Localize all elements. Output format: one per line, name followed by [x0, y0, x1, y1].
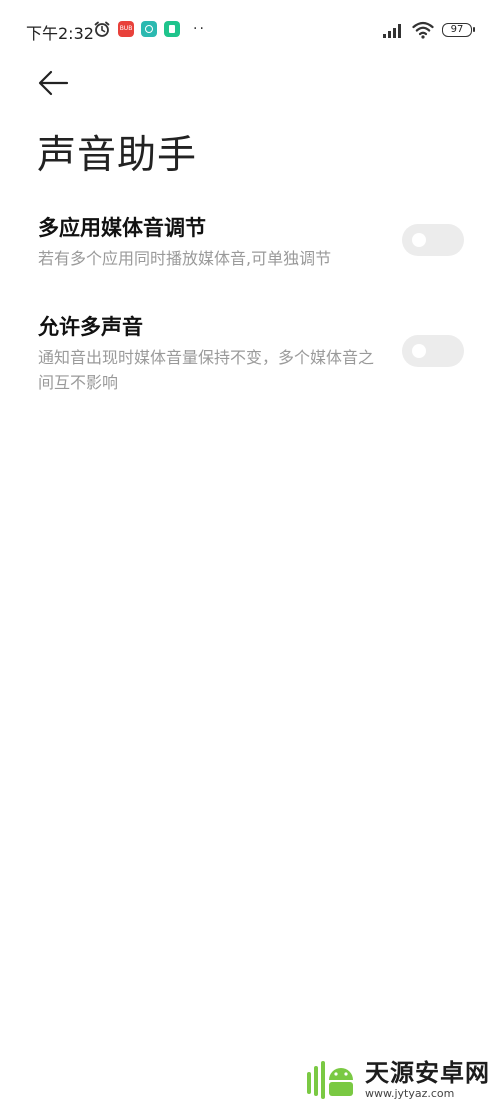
alarm-clock-icon	[94, 21, 110, 37]
wifi-icon	[412, 21, 434, 39]
setting-allow-multiple-sounds[interactable]: 允许多声音 通知音出现时媒体音量保持不变，多个媒体音之间互不影响	[38, 313, 464, 393]
page-title: 声音助手	[37, 133, 198, 178]
status-system-icons: 97	[382, 20, 475, 40]
setting-title: 允许多声音	[38, 315, 143, 339]
setting-title: 多应用媒体音调节	[38, 216, 206, 240]
allow-multiple-sounds-toggle[interactable]	[402, 335, 464, 367]
watermark-url: www.jytyaz.com	[365, 1087, 455, 1100]
watermark: 天源安卓网 www.jytyaz.com	[305, 1058, 490, 1102]
multi-app-media-volume-toggle[interactable]	[402, 224, 464, 256]
setting-multi-app-media-volume[interactable]: 多应用媒体音调节 若有多个应用同时播放媒体音,可单独调节	[38, 214, 464, 274]
signal-strength-icon	[383, 24, 401, 38]
back-arrow-icon	[38, 70, 69, 96]
app-notification-green-icon	[164, 21, 180, 37]
watermark-text: 天源安卓网 www.jytyaz.com	[365, 1059, 490, 1101]
status-bar: 下午2:32 BUB ·· 97	[0, 0, 500, 60]
toggle-knob	[412, 344, 426, 358]
app-notification-teal-icon	[141, 21, 157, 37]
battery-icon: 97	[442, 23, 475, 37]
setting-description: 若有多个应用同时播放媒体音,可单独调节	[38, 249, 332, 268]
app-notification-red-icon: BUB	[118, 21, 134, 37]
watermark-title: 天源安卓网	[365, 1059, 490, 1087]
android-robot-logo-icon	[307, 1061, 353, 1099]
back-button[interactable]	[36, 66, 70, 100]
setting-description: 通知音出现时媒体音量保持不变，多个媒体音之间互不影响	[38, 348, 375, 392]
status-time: 下午2:32	[26, 24, 94, 43]
status-notification-icons: BUB ··	[93, 18, 206, 40]
more-notifications-icon: ··	[193, 21, 206, 37]
toggle-knob	[412, 233, 426, 247]
